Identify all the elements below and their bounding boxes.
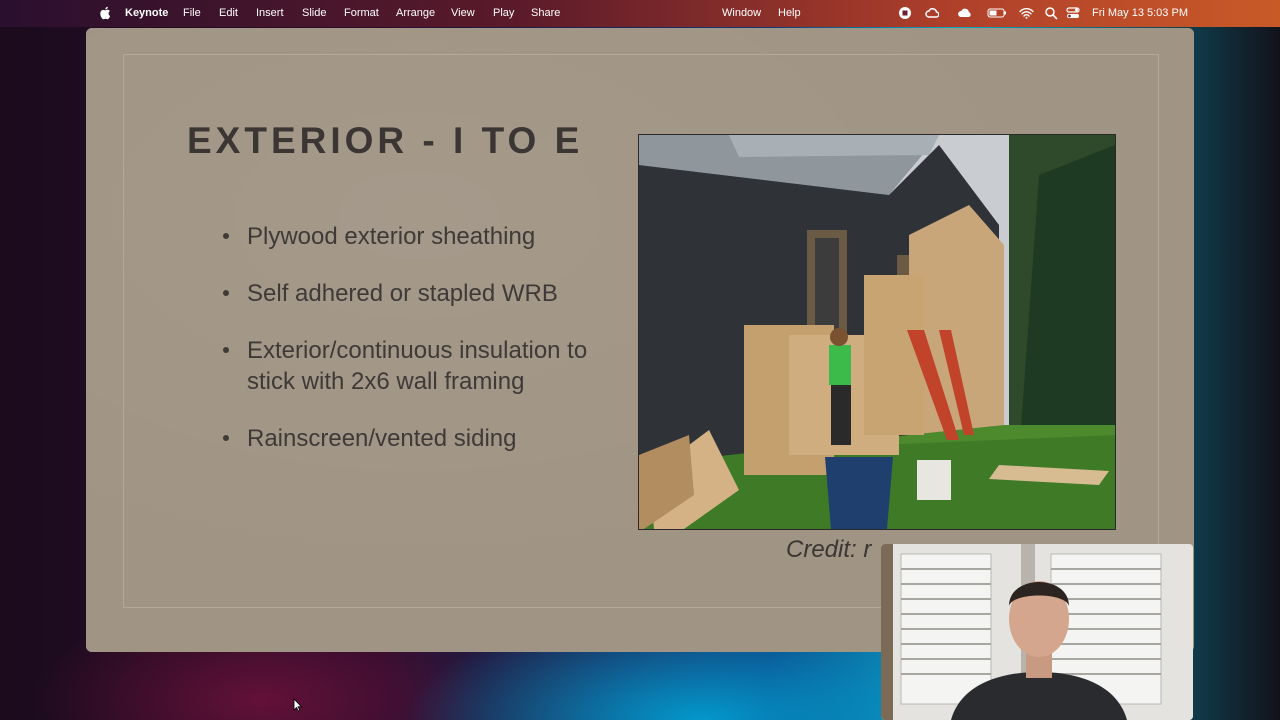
bullet-dot [223, 233, 229, 239]
bullet-text: Plywood exterior sheathing [247, 223, 536, 250]
bullet-list: Plywood exterior sheathing Self adhered … [221, 221, 641, 480]
search-icon[interactable] [1044, 6, 1058, 20]
app-menu-keynote[interactable]: Keynote [125, 7, 168, 19]
record-icon[interactable] [898, 6, 912, 20]
bullet-item: Rainscreen/vented siding [221, 423, 641, 454]
bullet-dot [223, 347, 229, 353]
menu-insert[interactable]: Insert [256, 7, 284, 19]
webcam-overlay [881, 544, 1193, 720]
mouse-cursor-icon [293, 698, 303, 712]
menu-file[interactable]: File [183, 7, 201, 19]
bullet-dot [223, 290, 229, 296]
house-photo-graphic [639, 135, 1115, 529]
control-center-icon[interactable] [1066, 6, 1082, 20]
menu-slide[interactable]: Slide [302, 7, 326, 19]
creative-cloud-icon[interactable] [925, 6, 939, 20]
slide-title: EXTERIOR - I TO E [187, 120, 584, 161]
menu-share[interactable]: Share [531, 7, 560, 19]
menu-play[interactable]: Play [493, 7, 514, 19]
menu-window[interactable]: Window [722, 7, 761, 19]
bullet-dot [223, 435, 229, 441]
menu-help[interactable]: Help [778, 7, 801, 19]
bullet-text: Self adhered or stapled WRB [247, 280, 558, 307]
wifi-icon[interactable] [1019, 6, 1034, 20]
menu-arrange[interactable]: Arrange [396, 7, 435, 19]
menu-view[interactable]: View [451, 7, 475, 19]
apple-menu-icon[interactable] [100, 6, 111, 20]
bullet-item: Self adhered or stapled WRB [221, 278, 641, 309]
weather-icon[interactable] [957, 6, 973, 20]
bullet-text: Exterior/continuous insulation to stick … [247, 337, 588, 395]
webcam-feed [881, 544, 1193, 720]
battery-icon[interactable] [987, 6, 1007, 20]
house-exterior-photo [638, 134, 1116, 530]
menu-bar: Keynote File Edit Insert Slide Format Ar… [0, 0, 1280, 27]
bullet-item: Exterior/continuous insulation to stick … [221, 335, 641, 397]
photo-credit: Credit: r [786, 536, 872, 563]
menubar-clock[interactable]: Fri May 13 5:03 PM [1092, 7, 1188, 19]
menu-edit[interactable]: Edit [219, 7, 238, 19]
menu-format[interactable]: Format [344, 7, 379, 19]
bullet-item: Plywood exterior sheathing [221, 221, 641, 252]
bullet-text: Rainscreen/vented siding [247, 425, 517, 452]
